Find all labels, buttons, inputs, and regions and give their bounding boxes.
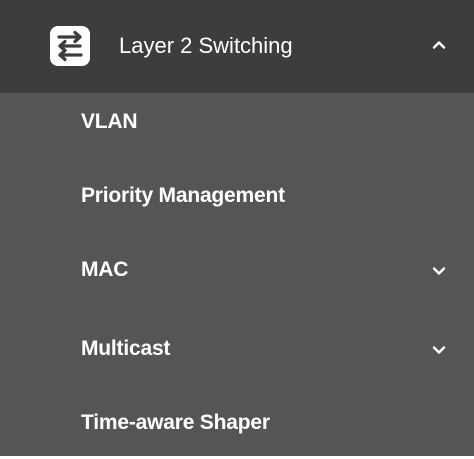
chevron-up-icon[interactable]	[430, 36, 448, 54]
chevron-down-icon[interactable]	[430, 341, 448, 359]
menu-item-label: Time-aware Shaper	[81, 411, 270, 434]
menu-item-label: VLAN	[81, 110, 138, 133]
menu-item-time-aware-shaper[interactable]: Time-aware Shaper	[0, 387, 474, 459]
menu-section-label: Layer 2 Switching	[119, 33, 293, 58]
menu-item-label: MAC	[81, 258, 129, 281]
menu-item-vlan[interactable]: VLAN	[0, 86, 474, 158]
chevron-down-icon[interactable]	[430, 262, 448, 280]
menu-item-label: Multicast	[81, 337, 171, 360]
menu-item-label: Priority Management	[81, 184, 285, 207]
menu-item-priority-management[interactable]: Priority Management	[0, 160, 474, 232]
sidebar-menu: Layer 2 Switching VLAN Priority Manageme…	[0, 0, 474, 456]
menu-item-mac[interactable]: MAC	[0, 234, 474, 306]
switch-arrows-icon	[50, 26, 90, 66]
menu-section-layer-2-switching[interactable]: Layer 2 Switching	[0, 0, 474, 93]
menu-item-multicast[interactable]: Multicast	[0, 313, 474, 385]
